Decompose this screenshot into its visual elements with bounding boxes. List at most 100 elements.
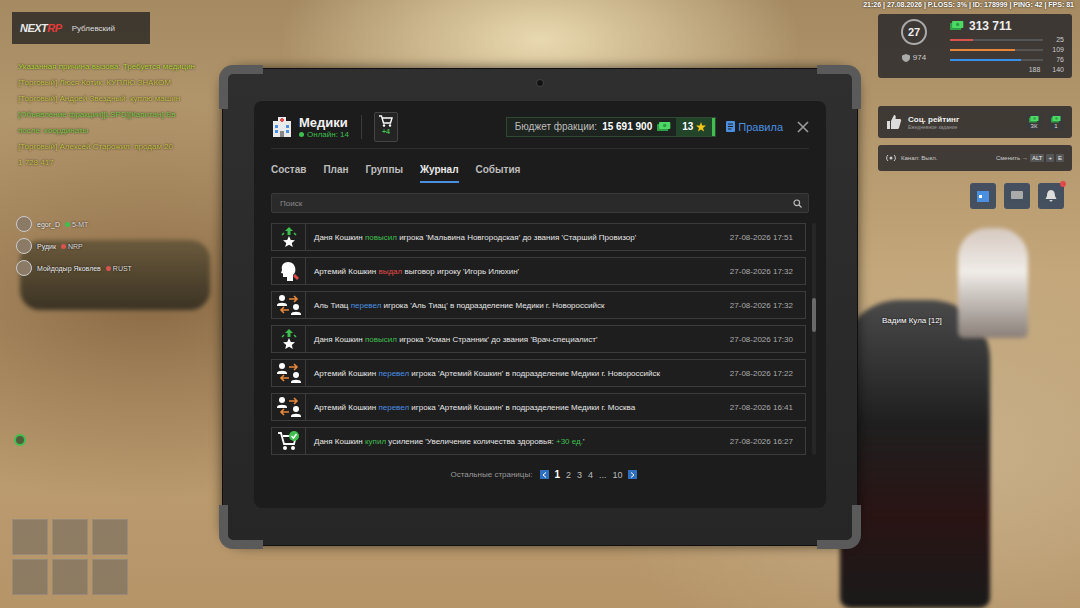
search-input[interactable] <box>278 198 793 209</box>
inventory-slot[interactable] <box>92 559 128 595</box>
row-text-part: перевел <box>351 301 382 310</box>
transfer-icon <box>277 396 301 418</box>
stat-fill <box>950 49 1015 51</box>
online-count: Онлайн: 14 <box>299 130 349 139</box>
cash-icon <box>1051 116 1061 123</box>
inventory-slot[interactable] <box>92 519 128 555</box>
row-text-part: повысил <box>365 233 397 242</box>
reward: 1 <box>1048 114 1064 131</box>
hud-panel: 27974313 7112510976188140 <box>878 14 1072 78</box>
tab[interactable]: Группы <box>366 159 403 183</box>
hud-right: 313 7112510976188140 <box>950 19 1064 73</box>
journal-row: Артемий Кошкин перевел игрока 'Артемий К… <box>271 393 806 421</box>
pagination-label: Остальные страницы: <box>450 470 532 479</box>
close-icon <box>797 121 809 133</box>
chat-icon[interactable] <box>1004 183 1030 209</box>
row-icon-cell <box>272 224 306 250</box>
channel-panel: Канал: Выкл.Сменить →ALT+E <box>878 145 1072 171</box>
key: E <box>1056 154 1064 162</box>
row-time: 27-08-2026 17:51 <box>730 233 805 242</box>
armor-value: 974 <box>902 53 926 62</box>
next-page-button[interactable] <box>628 470 637 479</box>
row-text: Артемий Кошкин выдал выговор игроку 'Иго… <box>306 267 730 276</box>
scroll-thumb[interactable] <box>812 298 816 332</box>
row-text-part: игрока 'Артемий Кошкин' в подразделение … <box>409 403 635 412</box>
row-text-part: купил <box>365 437 386 446</box>
journal-row: Даня Кошкин повысил игрока 'Усман Странн… <box>271 325 806 353</box>
row-text-part: Артемий Кошкин <box>314 369 378 378</box>
stat-value: 25 <box>1048 36 1064 43</box>
social-panel: Соц. рейтингЕжедневное задание 3К 1 <box>878 106 1072 138</box>
key: ALT <box>1030 154 1045 162</box>
row-text-part: Даня Кошкин <box>314 437 365 446</box>
armor-icon <box>902 54 910 62</box>
journal-list: Даня Кошкин повысил игрока 'Мальвина Нов… <box>271 223 806 455</box>
page-button[interactable]: 4 <box>587 470 594 480</box>
search-field <box>271 193 809 213</box>
row-time: 27-08-2026 17:32 <box>730 301 805 310</box>
shop-button[interactable]: +4 <box>374 112 398 142</box>
faction-title: Медики <box>299 115 349 130</box>
scrollbar[interactable] <box>812 223 816 455</box>
promote-icon <box>278 226 300 248</box>
page-button[interactable]: 2 <box>565 470 572 480</box>
budget-label: Бюджет фракции: <box>515 121 597 132</box>
cash-icon <box>950 21 964 31</box>
inventory-slot[interactable] <box>52 519 88 555</box>
inventory-slot[interactable] <box>12 519 48 555</box>
voice-list: egor_D5-МТРудикNRPМойдодыр ЯковлевRUST <box>16 216 132 276</box>
tablet: МедикиОнлайн: 14 +4 Бюджет фракции: 15 691 … <box>222 68 858 546</box>
logo: NEXTRPРублевский <box>12 12 150 44</box>
logo-accent: RP <box>47 22 61 34</box>
budget-stars: 13 <box>676 118 715 136</box>
row-text-part: Даня Кошкин <box>314 233 365 242</box>
page-button[interactable]: 10 <box>612 470 624 480</box>
social-text: Соц. рейтингЕжедневное задание <box>908 115 1020 130</box>
cart-badge: +4 <box>382 128 390 135</box>
close-button[interactable] <box>797 121 809 133</box>
reward: 3К <box>1026 114 1042 131</box>
row-icon-cell <box>272 428 306 454</box>
hud-extra: 188 <box>1029 66 1041 73</box>
row-text-part: Артемий Кошкин <box>314 267 378 276</box>
tab[interactable]: События <box>476 159 521 183</box>
hud-extra: 140 <box>1052 66 1064 73</box>
budget-amount: 15 691 900 <box>602 121 652 132</box>
tab[interactable]: Журнал <box>420 159 459 183</box>
row-time: 27-08-2026 16:41 <box>730 403 805 412</box>
tab[interactable]: Состав <box>271 159 306 183</box>
page-button[interactable]: 1 <box>553 469 561 480</box>
avatar-icon <box>16 238 32 254</box>
title-block: МедикиОнлайн: 14 <box>271 115 362 139</box>
inventory-slot[interactable] <box>12 559 48 595</box>
document-icon <box>726 121 735 132</box>
notification-dot <box>1060 181 1066 187</box>
page-button[interactable]: ... <box>598 470 608 480</box>
stat-value: 109 <box>1048 46 1064 53</box>
transfer-icon <box>277 294 301 316</box>
page-button[interactable]: 3 <box>576 470 583 480</box>
inventory-slots <box>12 519 128 595</box>
row-time: 27-08-2026 17:32 <box>730 267 805 276</box>
promote-icon <box>278 328 300 350</box>
inventory-slot[interactable] <box>52 559 88 595</box>
journal-row: Даня Кошкин повысил игрока 'Мальвина Нов… <box>271 223 806 251</box>
chat-line: после: координаты <box>18 126 218 135</box>
row-text: Артемий Кошкин перевел игрока 'Артемий К… <box>306 403 730 412</box>
chat-line: [Торговый] Андрей Звездный: куплю машин <box>18 94 218 103</box>
row-icon-cell <box>272 360 306 386</box>
tabs: Состав План Группы Журнал События <box>271 159 816 183</box>
row-text: Даня Кошкин повысил игрока 'Усман Странн… <box>306 335 730 344</box>
frame-corner <box>219 505 263 549</box>
voice-row: Мойдодыр ЯковлевRUST <box>16 260 132 276</box>
tab[interactable]: План <box>323 159 348 183</box>
row-text-part: Даня Кошкин <box>314 335 365 344</box>
bell-icon[interactable] <box>1038 183 1064 209</box>
status-bar: 21:26 | 27.08.2026 | P.LOSS: 3% | ID: 17… <box>863 1 1074 8</box>
hud-left: 27974 <box>886 19 942 73</box>
row-text-part: игрока 'Артемий Кошкин' в подразделение … <box>409 369 660 378</box>
prev-page-button[interactable] <box>540 470 549 479</box>
rules-link[interactable]: Правила <box>726 121 783 133</box>
calendar-icon[interactable] <box>970 183 996 209</box>
cart-icon <box>277 430 301 452</box>
